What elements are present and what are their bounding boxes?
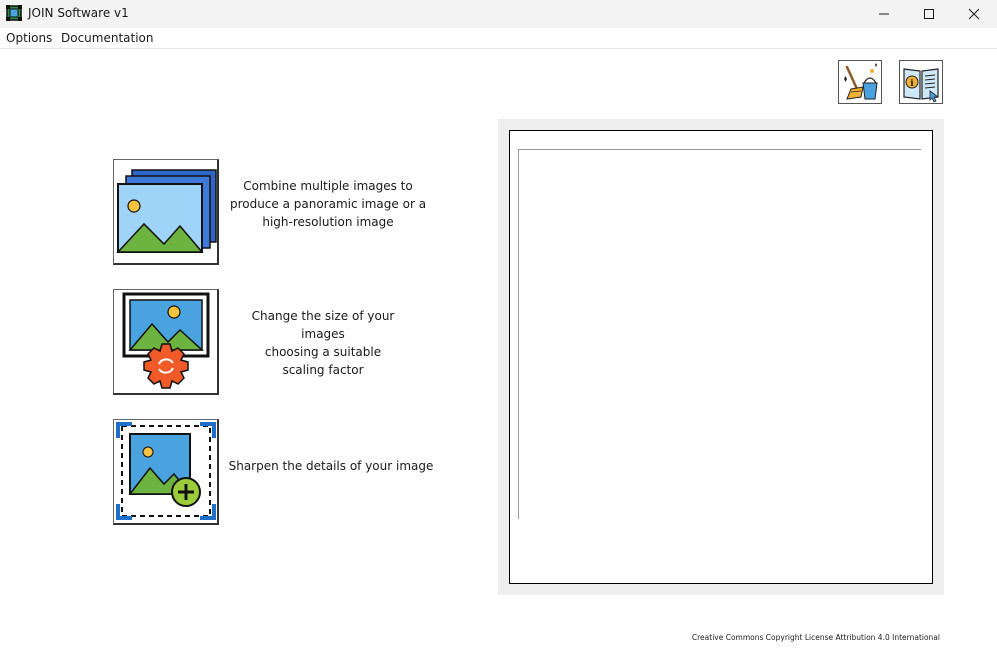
sharpen-description: Sharpen the details of your image xyxy=(228,459,434,473)
menu-options[interactable]: Options xyxy=(6,31,52,45)
image-resize-gear-icon xyxy=(122,292,210,389)
preview-panel xyxy=(498,119,944,595)
clear-button[interactable] xyxy=(838,60,882,104)
stacked-images-icon xyxy=(116,169,217,253)
maximize-icon xyxy=(924,9,934,19)
canvas-left-edge xyxy=(518,149,519,519)
minimize-icon xyxy=(879,13,889,15)
broom-bucket-icon xyxy=(844,63,878,100)
combine-description: Combine multiple images to produce a pan… xyxy=(229,179,427,229)
resize-images-button[interactable] xyxy=(113,289,219,395)
app-icon xyxy=(6,5,22,21)
combine-images-button[interactable] xyxy=(113,159,219,265)
license-text: Creative Commons Copyright License Attri… xyxy=(691,633,940,642)
info-button[interactable]: i xyxy=(899,60,943,104)
sharpen-image-button[interactable] xyxy=(113,419,219,525)
preview-canvas xyxy=(509,130,933,584)
menu-documentation[interactable]: Documentation xyxy=(61,31,154,45)
resize-description: Change the size of your images choosing … xyxy=(251,309,395,377)
close-button[interactable] xyxy=(951,0,997,28)
image-sharpen-plus-icon xyxy=(116,422,216,520)
minimize-button[interactable] xyxy=(861,0,907,28)
close-icon xyxy=(968,8,980,20)
menu-bar: Options Documentation xyxy=(0,28,997,49)
window-title: JOIN Software v1 xyxy=(28,6,129,20)
svg-text:i: i xyxy=(910,79,914,89)
canvas-top-edge xyxy=(518,149,921,150)
title-bar: JOIN Software v1 xyxy=(0,0,997,28)
maximize-button[interactable] xyxy=(906,0,952,28)
info-manual-icon: i xyxy=(903,68,940,103)
